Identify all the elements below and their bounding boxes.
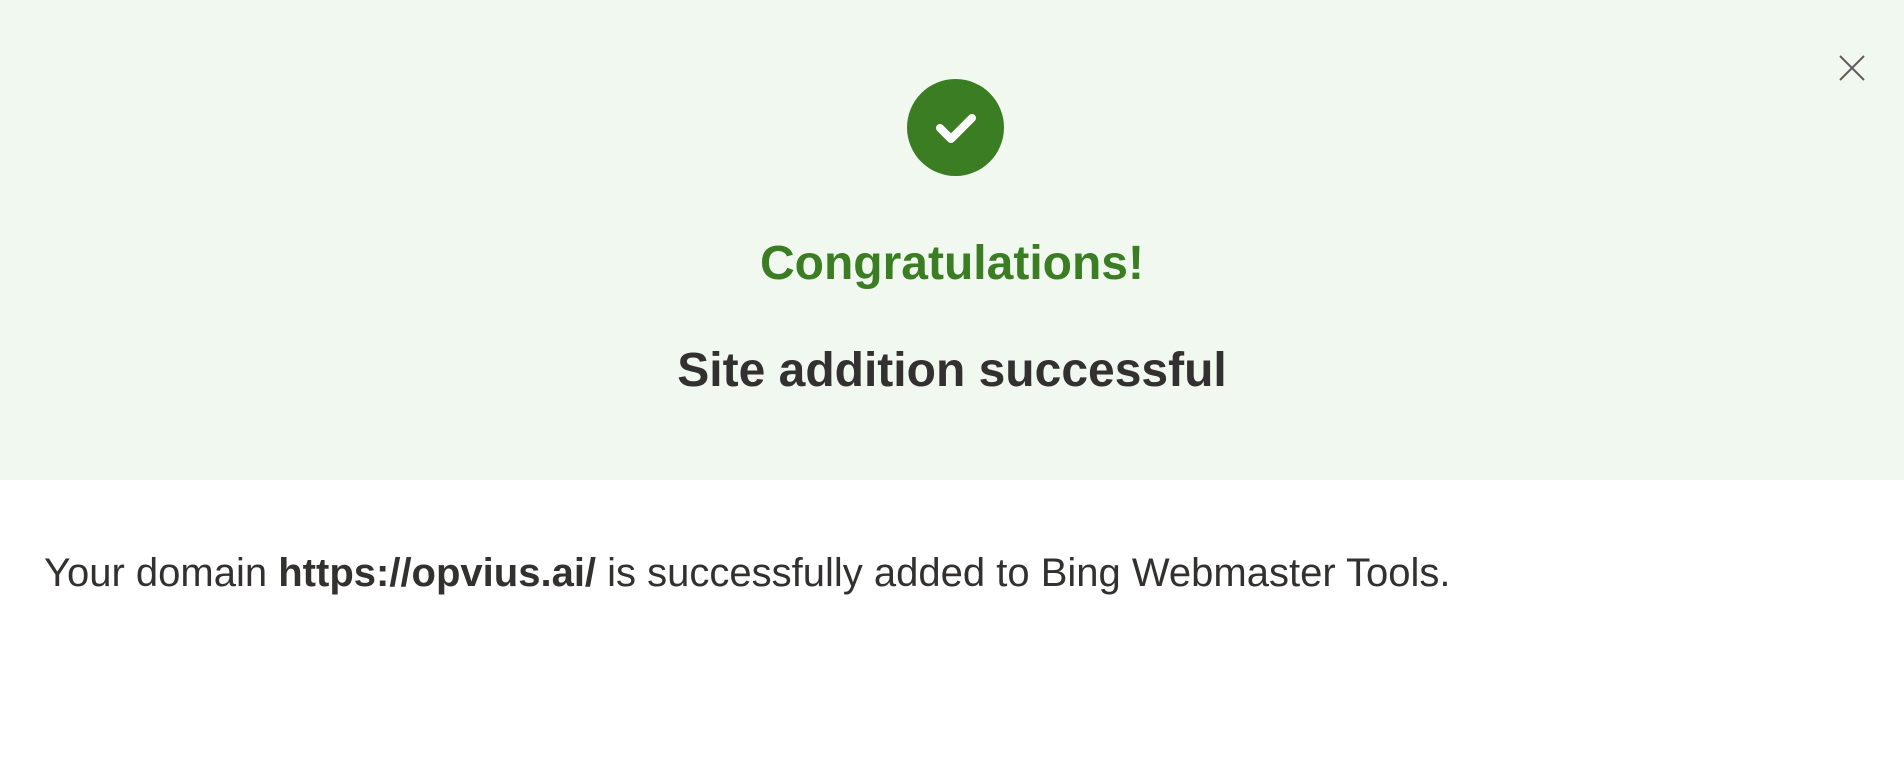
success-icon-circle [907,79,1004,176]
domain-added-message: Your domain https://opvius.ai/ is succes… [44,545,1451,601]
message-suffix: is successfully added to Bing Webmaster … [596,551,1451,595]
close-button[interactable] [1830,46,1874,90]
domain-url: https://opvius.ai/ [278,551,597,595]
success-dialog: Congratulations! Site addition successfu… [0,0,1904,778]
message-prefix: Your domain [44,551,279,595]
close-icon [1839,55,1865,81]
site-addition-heading: Site addition successful [677,344,1227,397]
checkmark-icon [935,113,976,143]
congratulations-heading: Congratulations! [760,237,1144,290]
success-banner: Congratulations! Site addition successfu… [0,0,1904,480]
